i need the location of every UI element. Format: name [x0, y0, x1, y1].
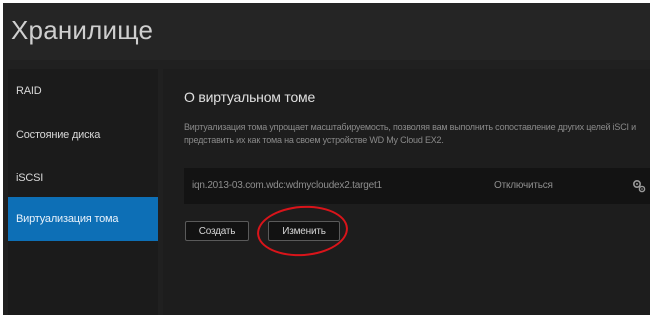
- volume-row[interactable]: iqn.2013-03.com.wdc:wdmycloudex2.target1…: [184, 168, 650, 204]
- sidebar-item-label: RAID: [16, 85, 42, 97]
- disconnect-link[interactable]: Отключиться: [494, 180, 553, 191]
- sidebar-item-volume-virtualization[interactable]: Виртуализация тома: [8, 197, 158, 241]
- sidebar: RAID Состояние диска iSCSI Виртуализация…: [8, 69, 158, 315]
- sidebar-item-label: Состояние диска: [16, 129, 101, 141]
- page-title: Хранилище: [11, 15, 154, 45]
- section-description: Виртуализация тома упрощает масштабируем…: [184, 122, 636, 145]
- sidebar-item-iscsi[interactable]: iSCSI: [8, 156, 158, 200]
- app-window: Хранилище RAID Состояние диска iSCSI Вир…: [3, 3, 650, 315]
- sidebar-item-disk-status[interactable]: Состояние диска: [8, 113, 158, 157]
- page-header: Хранилище: [3, 3, 650, 60]
- create-button[interactable]: Создать: [185, 221, 249, 241]
- sidebar-item-label: Виртуализация тома: [16, 213, 119, 225]
- volume-iqn: iqn.2013-03.com.wdc:wdmycloudex2.target1: [192, 180, 382, 191]
- edit-button[interactable]: Изменить: [268, 221, 340, 241]
- sidebar-item-label: iSCSI: [16, 172, 44, 184]
- section-title: О виртуальном томе: [184, 89, 316, 105]
- sidebar-item-raid[interactable]: RAID: [8, 69, 158, 113]
- settings-icon[interactable]: [632, 179, 646, 193]
- main-content: О виртуальном томе Виртуализация тома уп…: [163, 69, 650, 315]
